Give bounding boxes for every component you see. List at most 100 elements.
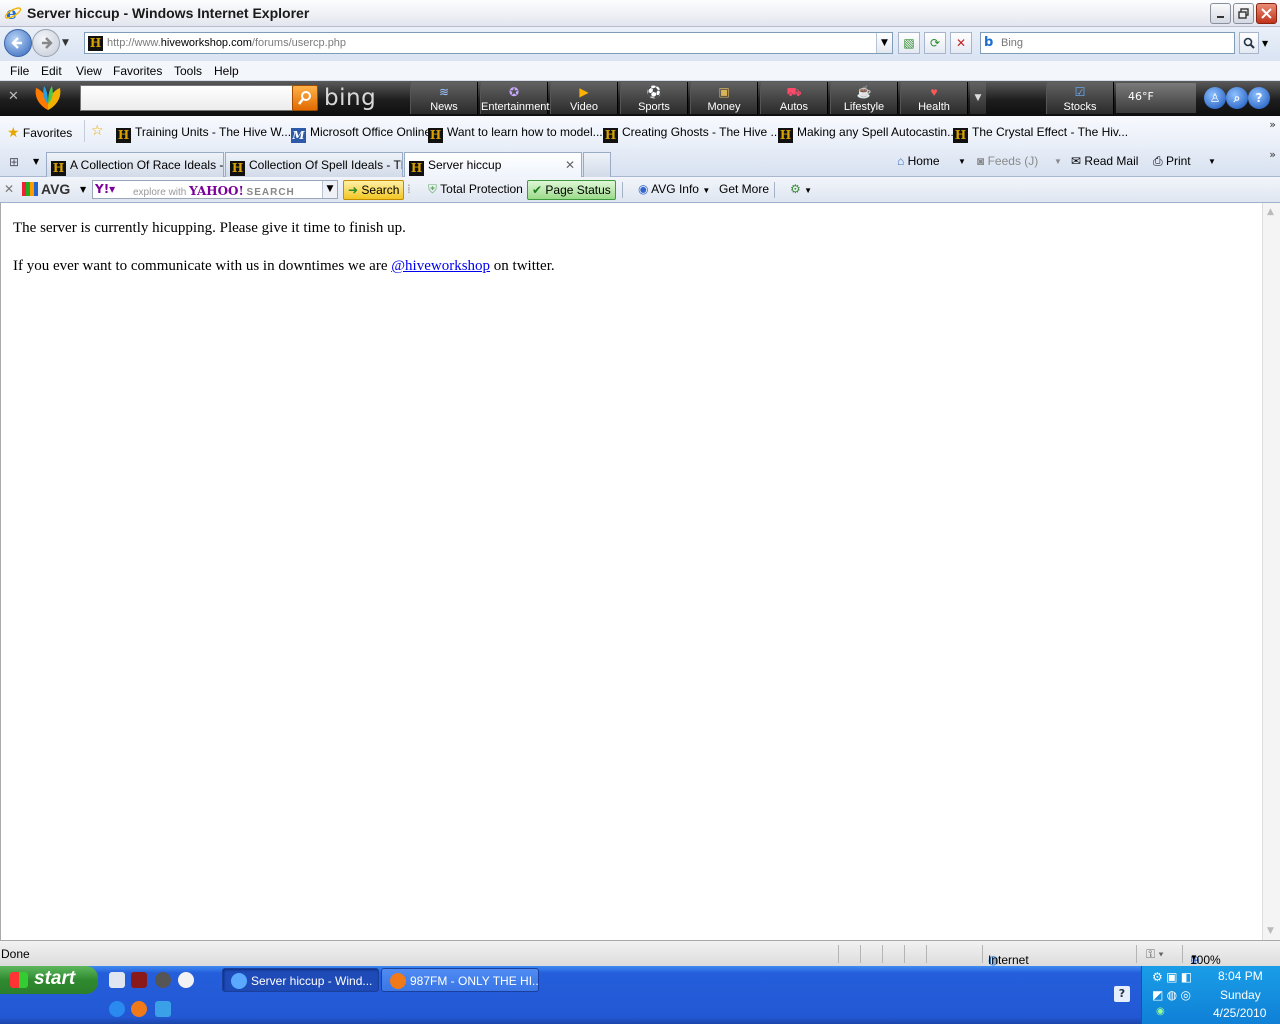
quicklaunch-desktop-icon[interactable] xyxy=(109,972,125,988)
forward-button[interactable] xyxy=(32,29,60,57)
avg-menu-dropdown[interactable]: ▼ xyxy=(80,185,86,194)
address-dropdown-button[interactable]: ▼ xyxy=(876,33,892,53)
magnifier-icon xyxy=(298,91,311,105)
refresh-button[interactable]: ⟳ xyxy=(924,32,946,54)
msn-butterfly-icon[interactable] xyxy=(30,84,66,112)
toolbar-person-button[interactable]: ♙ xyxy=(1204,87,1226,109)
home-dropdown[interactable]: ▼ xyxy=(958,157,966,166)
favorite-item-1[interactable]: H Training Units - The Hive W... xyxy=(116,125,291,143)
recent-pages-dropdown[interactable]: ▼ xyxy=(62,38,69,48)
menu-favorites[interactable]: Favorites xyxy=(113,64,162,78)
vertical-scrollbar[interactable]: ▲ ▼ xyxy=(1262,203,1280,940)
toolbar-help-button[interactable]: ? xyxy=(1248,87,1270,109)
scroll-down-icon[interactable]: ▼ xyxy=(1267,926,1274,936)
compatibility-view-button[interactable]: ▧ xyxy=(898,32,920,54)
toolbar-sports-button[interactable]: ⚽ Sports xyxy=(620,82,688,114)
quicklaunch-media-icon[interactable] xyxy=(155,972,171,988)
toolbar-stocks-button[interactable]: ☑ Stocks xyxy=(1046,82,1114,114)
avg-search-button[interactable]: ➜ Search xyxy=(343,180,405,200)
yahoo-search-dropdown[interactable]: ▼ xyxy=(322,181,337,198)
msn-search-button[interactable] xyxy=(292,85,318,111)
yahoo-search-input[interactable]: Y!▾ explore with YAHOO! SEARCH ▼ xyxy=(92,180,338,199)
read-mail-button[interactable]: ✉ Read Mail xyxy=(1071,154,1138,168)
avg-logo[interactable]: AVG xyxy=(22,181,70,197)
tray-network-icon[interactable]: ◉ xyxy=(1156,1006,1165,1017)
toolbar-health-button[interactable]: ♥ Health xyxy=(900,82,968,114)
navigation-bar: ▼ H http://www.hiveworkshop.com/forums/u… xyxy=(0,27,1280,61)
page-status-button[interactable]: ✔ Page Status xyxy=(527,180,616,200)
tab-list-dropdown[interactable]: ▼ xyxy=(33,157,39,166)
home-button[interactable]: ⌂ Home xyxy=(897,154,940,168)
close-button[interactable] xyxy=(1256,3,1277,24)
address-bar[interactable]: H http://www.hiveworkshop.com/forums/use… xyxy=(84,32,893,54)
menu-help[interactable]: Help xyxy=(214,64,239,78)
search-input[interactable] xyxy=(1001,35,1226,51)
weather-widget[interactable]: 46°F xyxy=(1116,83,1196,113)
more-categories-dropdown[interactable]: ▼ xyxy=(970,82,986,114)
new-tab-button[interactable] xyxy=(583,152,611,177)
tab-server-hiccup[interactable]: H Server hiccup ✕ xyxy=(404,152,582,178)
menu-file[interactable]: File xyxy=(10,64,29,78)
toolbar-news-button[interactable]: ≋ News xyxy=(410,82,478,114)
avg-options-button[interactable]: ⚙ ▼ xyxy=(786,180,816,200)
toolbar-search-button[interactable]: ⌕ xyxy=(1226,87,1248,109)
print-dropdown[interactable]: ▼ xyxy=(1208,157,1216,166)
twitter-link[interactable]: @hiveworkshop xyxy=(391,258,490,274)
toolbar-autos-button[interactable]: ⛟ Autos xyxy=(760,82,828,114)
feeds-button[interactable]: ◙ Feeds (J) xyxy=(977,154,1038,168)
toolbar-money-button[interactable]: ▣ Money xyxy=(690,82,758,114)
close-tab-icon[interactable]: ✕ xyxy=(565,158,575,172)
add-to-favorites-bar-icon[interactable]: ☆ xyxy=(91,123,104,139)
tab-race-ideals[interactable]: HA Collection Of Race Ideals - ... xyxy=(46,152,224,177)
bing-logo: bing xyxy=(324,85,377,111)
tab-spell-ideals[interactable]: H Collection Of Spell Ideals - Th... xyxy=(225,152,403,177)
back-button[interactable] xyxy=(4,29,32,57)
quicklaunch-ie-icon[interactable] xyxy=(109,1001,125,1017)
menu-bar: File Edit View Favorites Tools Help xyxy=(0,61,1280,81)
toolbar-video-button[interactable]: ▶ Video xyxy=(550,82,618,114)
quicklaunch-firefox-icon[interactable] xyxy=(131,1001,147,1017)
tray-icons-row-2[interactable]: ◩ ◍ ◎ xyxy=(1152,988,1191,1002)
tray-icons-row-1[interactable]: ⚙ ▣ ◧ xyxy=(1152,970,1192,984)
print-button[interactable]: ⎙ Print xyxy=(1153,154,1191,169)
get-more-button[interactable]: Get More xyxy=(715,180,773,200)
language-bar-help-icon[interactable]: ? xyxy=(1114,986,1130,1002)
menu-edit[interactable]: Edit xyxy=(41,64,62,78)
quicklaunch-tool-icon[interactable] xyxy=(178,972,194,988)
favorite-item-2[interactable]: M Microsoft Office Online xyxy=(291,125,431,143)
close-avg-toolbar-icon[interactable]: ✕ xyxy=(4,182,14,196)
avg-info-button[interactable]: ◉ AVG Info ▼ xyxy=(634,180,714,200)
command-bar-overflow-chevron-icon[interactable]: » xyxy=(1269,148,1276,161)
quicklaunch-chat-icon[interactable] xyxy=(155,1001,171,1017)
favorites-button[interactable]: ★ Favorites xyxy=(7,124,72,141)
minimize-button[interactable] xyxy=(1210,3,1231,24)
toolbar-entertainment-button[interactable]: ✪ Entertainment xyxy=(480,82,549,114)
favorite-item-3[interactable]: H Want to learn how to model... xyxy=(428,125,603,143)
taskbar-ie-window[interactable]: Server hiccup - Wind... xyxy=(222,968,379,992)
title-bar[interactable]: e Server hiccup - Windows Internet Explo… xyxy=(0,0,1280,27)
close-toolbar-icon[interactable]: ✕ xyxy=(8,89,19,104)
favorites-overflow-chevron-icon[interactable]: » xyxy=(1269,118,1276,131)
toolbar-lifestyle-button[interactable]: ☕ Lifestyle xyxy=(830,82,898,114)
taskbar-firefox-window[interactable]: 987FM - ONLY THE HI... xyxy=(381,968,539,992)
quick-tabs-icon[interactable]: ⊞ xyxy=(9,155,19,169)
menu-view[interactable]: View xyxy=(76,64,102,78)
restore-button[interactable] xyxy=(1233,3,1254,24)
menu-tools[interactable]: Tools xyxy=(174,64,202,78)
clock-time[interactable]: 8:04 PM xyxy=(1218,969,1263,983)
quicklaunch-app-icon[interactable] xyxy=(131,972,147,988)
search-box[interactable]: b xyxy=(980,32,1235,54)
protected-mode-icon[interactable]: ⚿ ▾ xyxy=(1146,947,1164,962)
stop-button[interactable]: ✕ xyxy=(950,32,972,54)
start-button[interactable]: start xyxy=(0,966,98,994)
search-options-dropdown[interactable]: ▼ xyxy=(1262,39,1268,48)
address-url[interactable]: http://www.hiveworkshop.com/forums/userc… xyxy=(107,37,346,49)
search-go-button[interactable] xyxy=(1239,32,1259,54)
feeds-dropdown[interactable]: ▼ xyxy=(1054,157,1062,166)
favorite-item-4[interactable]: H Creating Ghosts - The Hive ... xyxy=(603,125,781,143)
favorite-item-5[interactable]: H Making any Spell Autocastin... xyxy=(778,125,957,143)
total-protection-button[interactable]: ⛨ Total Protection xyxy=(424,180,527,200)
msn-search-input[interactable] xyxy=(80,85,293,111)
scroll-up-icon[interactable]: ▲ xyxy=(1267,207,1274,217)
favorite-item-6[interactable]: H The Crystal Effect - The Hiv... xyxy=(953,125,1128,143)
